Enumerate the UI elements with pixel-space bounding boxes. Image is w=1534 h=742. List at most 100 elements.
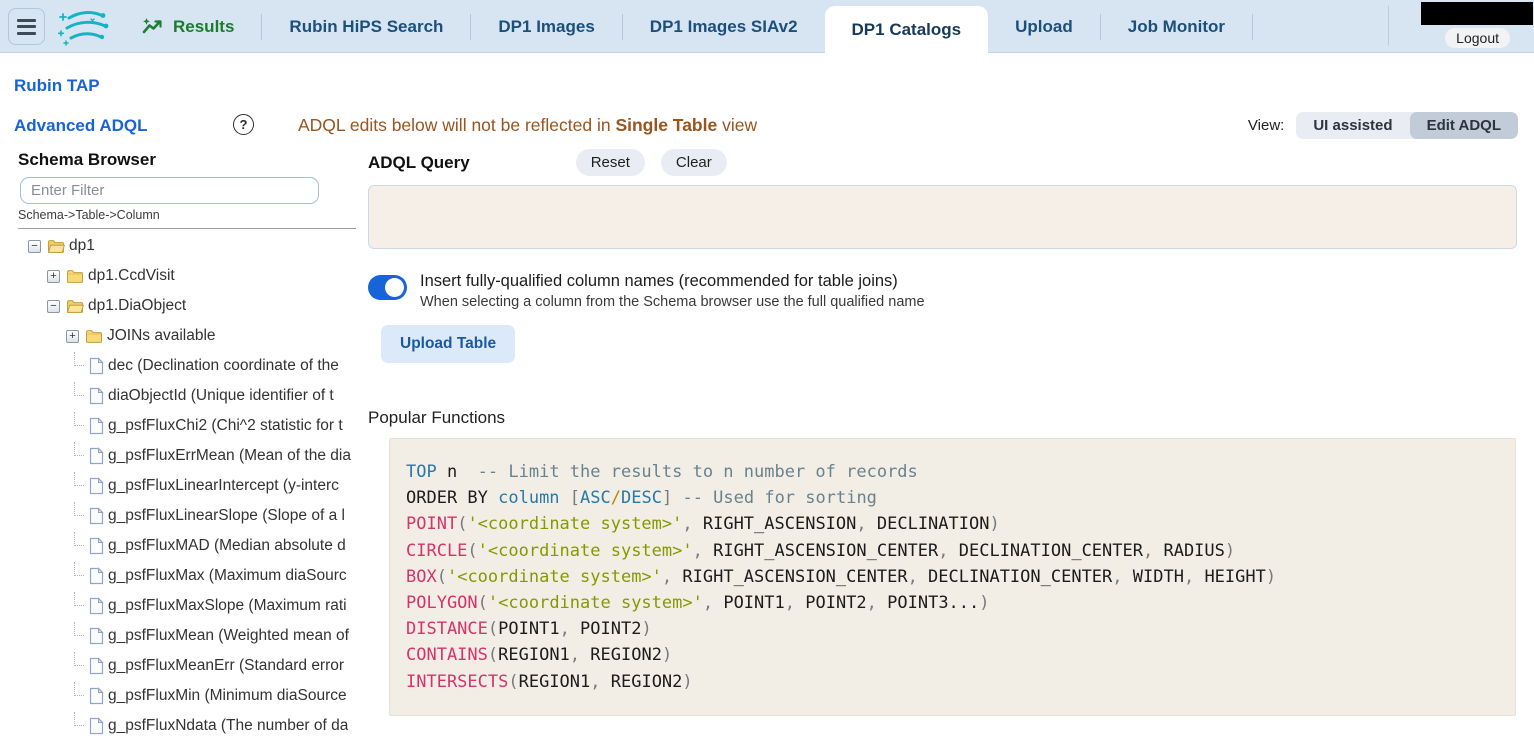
view-switcher: View: UI assisted Edit ADQL	[1248, 112, 1518, 139]
tab-label: DP1 Catalogs	[852, 20, 962, 40]
tree-item[interactable]: g_psfFluxMin (Minimum diaSource	[0, 681, 356, 711]
tree-expand-icon[interactable]: +	[47, 270, 60, 283]
tree-item[interactable]: dec (Declination coordinate of the	[0, 351, 356, 381]
toggle-sublabel: When selecting a column from the Schema …	[420, 294, 925, 310]
tree-branch-line	[74, 712, 84, 726]
tree-item[interactable]: g_psfFluxMAD (Median absolute d	[0, 531, 356, 561]
tab-dp1-catalogs[interactable]: DP1 Catalogs	[825, 6, 989, 53]
doc-icon	[89, 567, 104, 585]
tree-item-label: g_psfFluxLinearSlope (Slope of a l	[108, 507, 345, 525]
top-tab-bar: Results Rubin HiPS Search DP1 Images DP1 Im…	[0, 0, 1534, 53]
tree-item[interactable]: g_psfFluxMax (Maximum diaSourc	[0, 561, 356, 591]
tree-branch-line	[74, 502, 84, 516]
doc-icon	[89, 597, 104, 615]
tree-item[interactable]: −dp1.DiaObject	[0, 291, 356, 321]
tab-dp1-images[interactable]: DP1 Images	[471, 0, 621, 53]
tree-branch-line	[74, 412, 84, 426]
username-redacted	[1421, 2, 1533, 25]
schema-tree: − dp1 +dp1.CcdVisit−dp1.DiaObject + JOINs av…	[0, 231, 356, 742]
code-line: ORDER BY column [ASC/DESC] -- Used for s…	[406, 485, 1499, 511]
tab-results[interactable]: Results	[115, 0, 261, 53]
doc-icon	[89, 657, 104, 675]
firefly-logo-icon[interactable]	[57, 7, 109, 47]
tree-item-label: g_psfFluxMean (Weighted mean of	[108, 627, 349, 645]
tree-branch-line	[74, 472, 84, 486]
tree-item[interactable]: g_psfFluxNdata (The number of da	[0, 711, 356, 741]
tree-item-label: JOINs available	[107, 327, 216, 345]
tree-item[interactable]: g_psfFluxErrMean (Mean of the dia	[0, 441, 356, 471]
tab-label: DP1 Images	[498, 17, 594, 37]
schema-browser-title: Schema Browser	[18, 150, 356, 170]
tree-item-label: g_psfFluxErrMean (Mean of the dia	[108, 447, 351, 465]
doc-icon	[89, 417, 104, 435]
folder-icon	[85, 329, 103, 344]
view-label: View:	[1248, 117, 1284, 134]
tree-item-label: diaObjectId (Unique identifier of t	[108, 387, 334, 405]
code-line: POLYGON('<coordinate system>', POINT1, P…	[406, 590, 1499, 616]
rubin-tap-page: Results Rubin HiPS Search DP1 Images DP1 Im…	[0, 0, 1534, 742]
tab-label: Results	[173, 17, 234, 37]
toggle-label: Insert fully-qualified column names (rec…	[420, 272, 925, 291]
tab-rubin-hips-search[interactable]: Rubin HiPS Search	[262, 0, 470, 53]
code-line: TOP n -- Limit the results to n number o…	[406, 459, 1499, 485]
tree-item[interactable]: g_psfFluxLinearIntercept (y-interc	[0, 471, 356, 501]
tree-item-label: g_psfFluxMin (Minimum diaSource	[108, 687, 347, 705]
tree-item-label: g_psfFluxMaxSlope (Maximum rati	[108, 597, 347, 615]
tree-item-label: g_psfFluxLinearIntercept (y-interc	[108, 477, 339, 495]
tab-upload[interactable]: Upload	[988, 0, 1100, 53]
view-segmented-control: UI assisted Edit ADQL	[1296, 112, 1518, 139]
adql-query-textarea[interactable]	[368, 185, 1517, 249]
tab-label: DP1 Images SIAv2	[650, 17, 798, 37]
adql-query-title: ADQL Query	[368, 153, 470, 173]
tree-item[interactable]: diaObjectId (Unique identifier of t	[0, 381, 356, 411]
tree-item[interactable]: g_psfFluxMaxSlope (Maximum rati	[0, 591, 356, 621]
code-line: INTERSECTS(REGION1, REGION2)	[406, 669, 1499, 695]
tree-item[interactable]: g_psfFluxMeanErr (Standard error	[0, 651, 356, 681]
tree-item[interactable]: − dp1	[0, 231, 356, 261]
tree-branch-line	[74, 352, 84, 366]
tree-branch-line	[74, 532, 84, 546]
doc-icon	[89, 387, 104, 405]
hamburger-menu-button[interactable]	[8, 8, 45, 45]
tree-item[interactable]: g_psfFluxChi2 (Chi^2 statistic for t	[0, 411, 356, 441]
schema-browser-panel: Schema Browser Schema->Table->Column −dp…	[0, 145, 356, 742]
schema-filter-input[interactable]	[20, 177, 319, 204]
tree-expand-icon[interactable]: +	[66, 330, 79, 343]
clear-button[interactable]: Clear	[661, 149, 727, 176]
service-title: Rubin TAP	[14, 76, 100, 96]
popular-functions-title: Popular Functions	[368, 408, 1517, 428]
doc-icon	[89, 687, 104, 705]
tab-label: Upload	[1015, 17, 1073, 37]
tree-collapse-icon[interactable]: −	[47, 300, 60, 313]
doc-icon	[89, 447, 104, 465]
doc-icon	[89, 627, 104, 645]
upload-table-button[interactable]: Upload Table	[381, 325, 515, 363]
tree-item[interactable]: +dp1.CcdVisit	[0, 261, 356, 291]
schema-hint: Schema->Table->Column	[18, 208, 356, 222]
tree-item[interactable]: g_psfFluxMean (Weighted mean of	[0, 621, 356, 651]
tree-item-label: dp1	[69, 237, 95, 255]
tree-item[interactable]: g_psfFluxLinearSlope (Slope of a l	[0, 501, 356, 531]
tab-job-monitor[interactable]: Job Monitor	[1101, 0, 1252, 53]
code-line: CIRCLE('<coordinate system>', RIGHT_ASCE…	[406, 538, 1499, 564]
folder-icon	[66, 269, 84, 284]
toggle-knob	[385, 278, 404, 297]
tab-label: Job Monitor	[1128, 17, 1225, 37]
logout-button[interactable]: Logout	[1445, 28, 1510, 48]
help-icon[interactable]: ?	[233, 114, 254, 135]
view-option-edit-adql[interactable]: Edit ADQL	[1410, 112, 1518, 139]
tree-branch-line	[74, 652, 84, 666]
tree-collapse-icon[interactable]: −	[28, 240, 41, 253]
doc-icon	[89, 507, 104, 525]
tab-dp1-images-siav2[interactable]: DP1 Images SIAv2	[623, 0, 825, 53]
reset-button[interactable]: Reset	[576, 149, 645, 176]
tree-item[interactable]: + JOINs available	[0, 321, 356, 351]
code-line: POINT('<coordinate system>', RIGHT_ASCEN…	[406, 511, 1499, 537]
fully-qualified-toggle[interactable]	[368, 275, 407, 300]
page-title: Advanced ADQL	[14, 116, 148, 136]
doc-icon	[89, 477, 104, 495]
user-area: Logout	[1402, 0, 1534, 53]
adql-warning-text: ADQL edits below will not be reflected i…	[298, 115, 757, 136]
topbar-divider	[1388, 6, 1389, 46]
view-option-ui-assisted[interactable]: UI assisted	[1296, 112, 1409, 139]
